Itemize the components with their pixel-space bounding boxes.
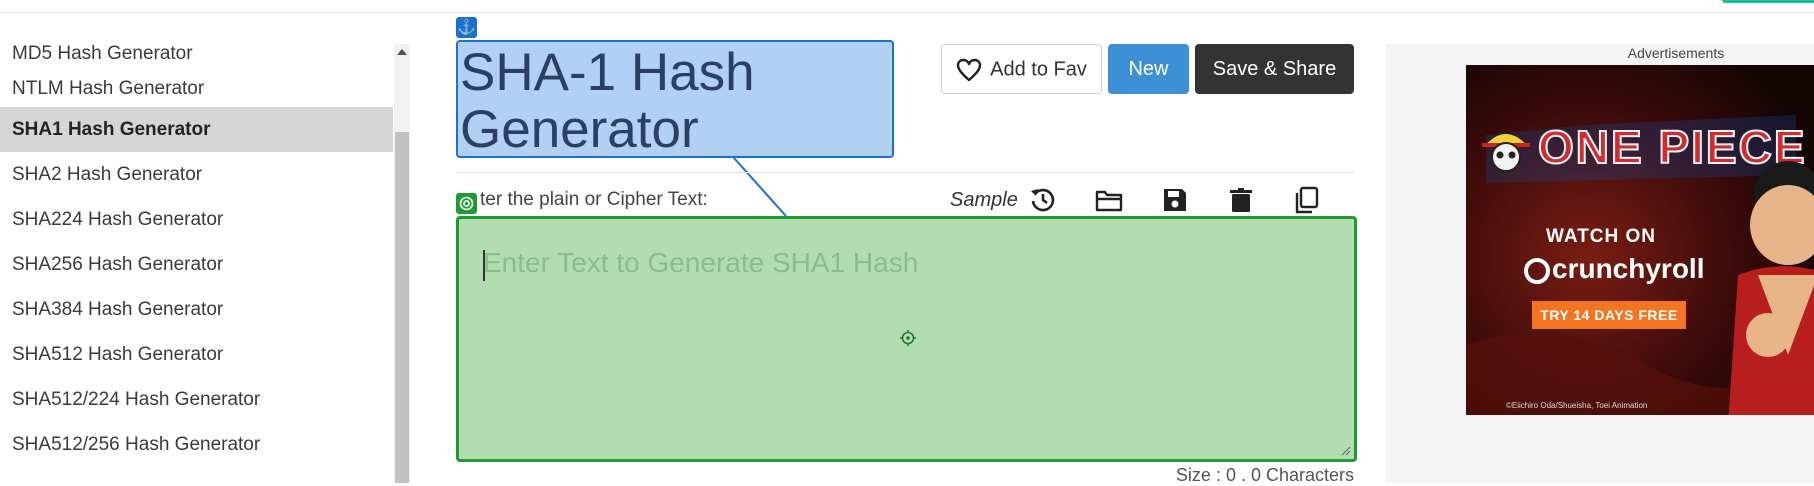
ad-character-art (1728, 161, 1814, 415)
plain-text-input[interactable]: Enter Text to Generate SHA1 Hash (456, 216, 1357, 462)
save-icon[interactable] (1160, 185, 1190, 215)
crosshair-icon (900, 330, 916, 346)
sample-link[interactable]: Sample (950, 188, 1018, 212)
copy-icon[interactable] (1291, 185, 1321, 215)
input-placeholder: Enter Text to Generate SHA1 Hash (483, 247, 919, 278)
ad-copyright: ©Eiichiro Oda/Shueisha, Toei Animation (1506, 401, 1648, 410)
target-icon (456, 193, 477, 214)
history-icon[interactable] (1028, 185, 1058, 215)
add-to-fav-button[interactable]: Add to Fav (941, 44, 1102, 94)
skull-logo-icon (1481, 132, 1531, 172)
save-and-share-button[interactable]: Save & Share (1195, 44, 1354, 94)
folder-open-icon[interactable] (1094, 185, 1124, 215)
delete-icon[interactable] (1226, 185, 1256, 215)
ad-label: Advertisements (1627, 45, 1725, 61)
page-title: SHA-1 Hash Generator (460, 43, 755, 159)
ad-brand-text: crunchyroll (1552, 253, 1705, 284)
input-label: ter the plain or Cipher Text: (480, 189, 708, 210)
new-button[interactable]: New (1108, 44, 1189, 94)
crunchyroll-logo-icon (1524, 258, 1550, 284)
ad-watch-text: WATCH ON (1546, 226, 1657, 247)
ad-banner[interactable]: ONE PIECE WATCH ON crunchyroll TRY 14 DA… (1466, 65, 1814, 415)
ad-cta-button[interactable]: TRY 14 DAYS FREE (1532, 301, 1686, 329)
section-divider (456, 172, 1354, 173)
add-to-fav-label: Add to Fav (990, 58, 1087, 81)
heart-icon (956, 58, 982, 81)
anchor-icon: ⚓ (456, 17, 477, 38)
resize-handle-icon[interactable] (1341, 446, 1351, 456)
